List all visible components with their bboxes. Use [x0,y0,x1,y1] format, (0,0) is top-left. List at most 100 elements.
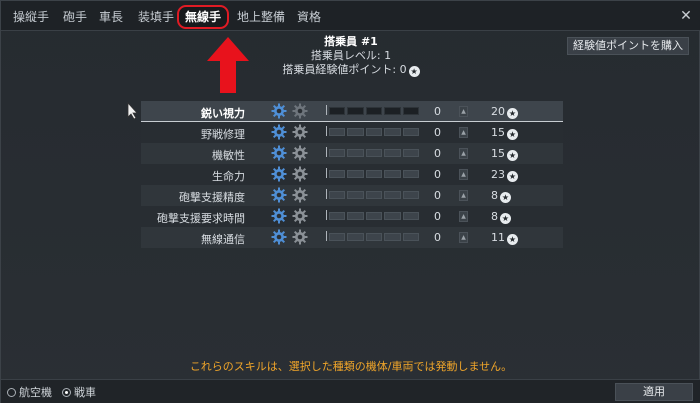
star-coin-icon: ★ [507,234,518,245]
skill-cost-value: 11 [491,231,505,244]
mouse-cursor-icon [127,102,138,120]
tab-qualification[interactable]: 資格 [297,7,321,27]
radio-aircraft[interactable]: 航空機 [7,384,52,400]
crew-points-line: 搭乗員経験値ポイント: 0 ★ [251,63,451,77]
skill-cost: 15 ★ [491,126,518,140]
skill-row[interactable]: 機敏性 0 ▲ 15 ★ [141,143,563,164]
skill-name: 砲撃支援精度 [179,191,245,204]
blue-gear-icon [271,124,287,140]
star-coin-icon: ★ [507,108,518,119]
skill-progress-bar [326,147,420,157]
gray-gear-icon [292,166,308,182]
red-up-arrow-icon [207,37,249,93]
skill-cost: 8 ★ [491,189,511,203]
tab-commander[interactable]: 車長 [99,7,123,27]
skill-progress-bar [326,168,420,178]
blue-gear-icon [271,208,287,224]
tab-loader[interactable]: 装填手 [138,7,174,27]
skill-cost-value: 8 [491,189,498,202]
skill-level: 0 [434,126,441,139]
upgrade-button[interactable]: ▲ [459,232,468,243]
vehicle-type-selector: 航空機 戦車 [7,384,96,400]
tab-radio-operator[interactable]: 無線手 [177,5,230,29]
skill-progress-bar [326,189,420,199]
skill-cost-value: 20 [491,105,505,118]
skill-name: 無線通信 [201,233,245,246]
upgrade-button[interactable]: ▲ [459,190,468,201]
skill-cost-value: 15 [491,147,505,160]
apply-button[interactable]: 適用 [615,383,693,401]
skill-row[interactable]: 野戦修理 0 ▲ 15 ★ [141,122,563,143]
skill-name: 鋭い視力 [201,107,245,120]
upgrade-button[interactable]: ▲ [459,127,468,138]
star-coin-icon: ★ [507,171,518,182]
crew-name: 搭乗員 #1 [324,35,378,48]
skill-row[interactable]: 鋭い視力 0 ▲ 20 ★ [141,101,563,122]
skill-level: 0 [434,210,441,223]
tab-driver[interactable]: 操縦手 [13,7,49,27]
gray-gear-icon [292,229,308,245]
skill-cost: 15 ★ [491,147,518,161]
blue-gear-icon [271,187,287,203]
upgrade-button[interactable]: ▲ [459,148,468,159]
skill-cost-value: 15 [491,126,505,139]
upgrade-button[interactable]: ▲ [459,106,468,117]
skill-cost: 8 ★ [491,210,511,224]
crew-level: 搭乗員レベル: 1 [310,49,392,62]
blue-gear-icon [271,103,287,119]
radio-dot-selected [62,387,71,397]
skill-progress-bar [326,105,420,115]
upgrade-button[interactable]: ▲ [459,169,468,180]
skill-level: 0 [434,147,441,160]
skill-name: 野戦修理 [201,128,245,141]
skill-row[interactable]: 無線通信 0 ▲ 11 ★ [141,227,563,248]
gray-gear-icon [292,187,308,203]
radio-tank[interactable]: 戦車 [62,384,96,400]
skill-progress-bar [326,210,420,220]
blue-gear-icon [271,166,287,182]
gray-gear-icon [292,124,308,140]
radio-dot [7,387,16,397]
close-icon[interactable]: ✕ [677,7,695,25]
skill-row[interactable]: 砲撃支援精度 0 ▲ 8 ★ [141,185,563,206]
bottom-bar: 航空機 戦車 適用 [1,379,700,403]
gray-gear-icon [292,145,308,161]
tab-ground-service[interactable]: 地上整備 [237,7,285,27]
skill-cost: 20 ★ [491,105,518,119]
skill-level: 0 [434,189,441,202]
star-coin-icon: ★ [500,192,511,203]
skill-row[interactable]: 生命力 0 ▲ 23 ★ [141,164,563,185]
skill-level: 0 [434,168,441,181]
skill-name: 生命力 [212,170,245,183]
skill-progress-bar [326,126,420,136]
skill-level: 0 [434,231,441,244]
crew-skills-window: 操縦手 砲手 車長 装填手 無線手 地上整備 資格 ✕ 経験値ポイントを購入 搭… [0,0,700,403]
skill-cost: 23 ★ [491,168,518,182]
blue-gear-icon [271,229,287,245]
skill-table: 鋭い視力 0 ▲ 20 ★ 野戦修理 0 ▲ 15 ★ 機敏性 0 ▲ 15 ★ 生命力 0 ▲ 23 ★ 砲撃支援精度… [141,101,563,248]
blue-gear-icon [271,145,287,161]
skill-progress-bar [326,231,420,241]
radio-tank-label: 戦車 [74,386,96,399]
skill-level: 0 [434,105,441,118]
buy-experience-button[interactable]: 経験値ポイントを購入 [567,37,689,55]
skill-name: 機敏性 [212,149,245,162]
gray-gear-icon [292,208,308,224]
star-coin-icon: ★ [507,150,518,161]
crew-info: 搭乗員 #1 搭乗員レベル: 1 搭乗員経験値ポイント: 0 ★ [251,35,451,77]
star-coin-icon: ★ [500,213,511,224]
star-coin-icon: ★ [408,66,420,77]
inactive-skills-notice: これらのスキルは、選択した種類の機体/車両では発動しません。 [189,360,513,373]
tab-gunner[interactable]: 砲手 [63,7,87,27]
radio-aircraft-label: 航空機 [19,386,52,399]
skill-name: 砲撃支援要求時間 [157,212,245,225]
gray-gear-icon [292,103,308,119]
skill-cost-value: 8 [491,210,498,223]
skill-cost-value: 23 [491,168,505,181]
star-coin-icon: ★ [507,129,518,140]
upgrade-button[interactable]: ▲ [459,211,468,222]
skill-cost: 11 ★ [491,231,518,245]
skill-row[interactable]: 砲撃支援要求時間 0 ▲ 8 ★ [141,206,563,227]
crew-points: 搭乗員経験値ポイント: 0 [282,63,407,76]
tab-bar: 操縦手 砲手 車長 装填手 無線手 地上整備 資格 ✕ [1,1,700,31]
